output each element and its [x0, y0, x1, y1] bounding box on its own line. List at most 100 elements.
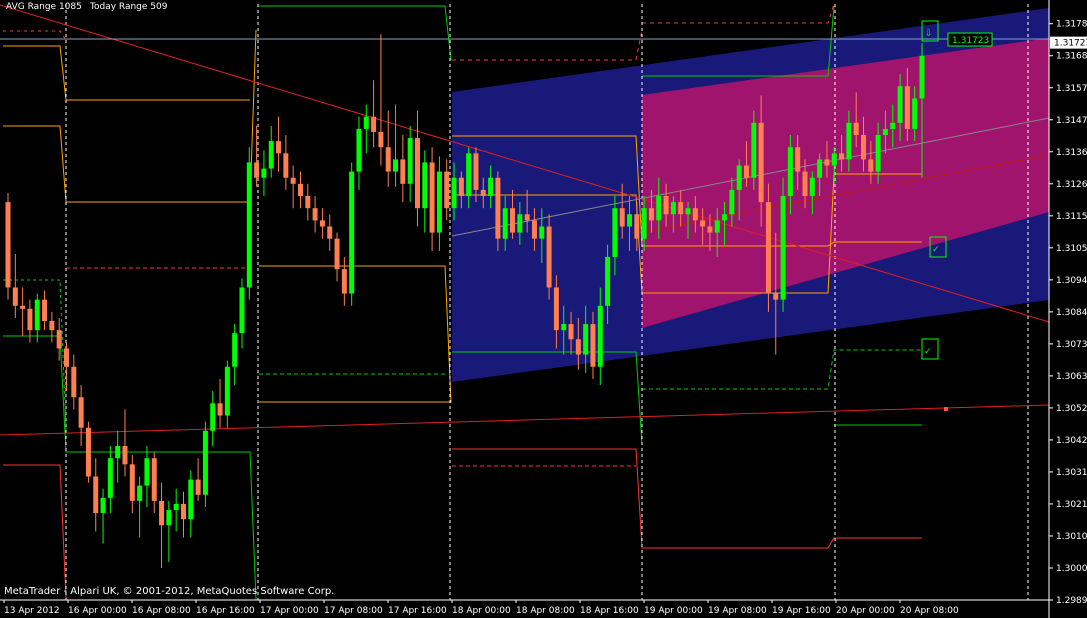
- candle-body: [707, 226, 713, 233]
- price-tick-label: 1.31155: [1056, 212, 1087, 222]
- price-chart: ✓✓⇩1.31723 1.317851.316801.315751.314701…: [0, 0, 1087, 618]
- down-arrow-icon: ⇩: [925, 29, 933, 39]
- candle-body: [5, 202, 11, 288]
- candle-body: [261, 168, 267, 178]
- candle-body: [495, 177, 501, 239]
- candle-body: [590, 324, 596, 367]
- today-range-label: Today Range 509: [90, 2, 168, 12]
- candle-body: [283, 153, 289, 178]
- candle-body: [327, 226, 333, 239]
- candle-body: [371, 116, 377, 132]
- candle-body: [407, 138, 413, 184]
- candle-body: [122, 446, 128, 465]
- time-tick-label: 18 Apr 08:00: [516, 606, 575, 616]
- candle-body: [297, 183, 303, 196]
- candle-body: [597, 305, 603, 367]
- time-tick-label: 19 Apr 08:00: [708, 606, 767, 616]
- price-tick-label: 1.31050: [1056, 244, 1087, 254]
- candle-body: [239, 287, 245, 334]
- time-tick-label: 17 Apr 16:00: [388, 606, 447, 616]
- candle-body: [627, 214, 633, 227]
- candle-body: [722, 214, 728, 221]
- range-level-line: [642, 3, 835, 24]
- candle-body: [466, 153, 472, 196]
- candle-body: [268, 141, 274, 169]
- price-tick-label: 1.30420: [1056, 436, 1087, 446]
- price-tick-label: 1.30735: [1056, 340, 1087, 350]
- check-mark: ✓: [924, 347, 932, 357]
- candle-body: [137, 485, 143, 501]
- price-tick-label: 1.31365: [1056, 148, 1087, 158]
- candle-body: [115, 446, 121, 459]
- candle-body: [173, 503, 179, 511]
- time-axis: 13 Apr 2012 16 Apr 00:00 16 Apr 08:00 16 Ap…: [0, 599, 1049, 616]
- candle-body: [780, 195, 786, 300]
- candle-body: [349, 171, 355, 294]
- candle-body: [210, 403, 216, 431]
- range-level-line: [3, 279, 67, 431]
- candle-body: [861, 135, 867, 160]
- candle-body: [159, 500, 165, 526]
- candle-body: [100, 497, 106, 514]
- candle-body: [378, 131, 384, 148]
- candle-body: [56, 330, 62, 349]
- candle-body: [648, 208, 654, 221]
- candle-body: [49, 321, 55, 331]
- candle-body: [217, 403, 223, 416]
- candle-body: [12, 287, 18, 306]
- candle-body: [85, 427, 91, 477]
- candle-body: [853, 122, 859, 136]
- range-level-line: [452, 448, 922, 549]
- candle-body: [765, 202, 771, 294]
- candle-body: [692, 208, 698, 221]
- candle-body: [619, 208, 625, 227]
- candle-body: [802, 171, 808, 196]
- candle-body: [107, 458, 113, 498]
- price-tick-label: 1.30315: [1056, 468, 1087, 478]
- candle-body: [846, 122, 852, 160]
- candle-body: [42, 299, 48, 322]
- time-tick-label: 17 Apr 08:00: [324, 606, 383, 616]
- candle-body: [663, 195, 669, 215]
- candle-body: [78, 397, 84, 428]
- candle-body: [568, 324, 574, 340]
- support-trend-line: [0, 404, 1050, 436]
- price-tick-label: 1.30840: [1056, 308, 1087, 318]
- price-tick-label: 1.30630: [1056, 372, 1087, 382]
- time-tick-label: 19 Apr 00:00: [644, 606, 703, 616]
- price-tick-label: 1.29895: [1056, 596, 1087, 606]
- candle-body: [510, 208, 516, 233]
- price-tick-label: 1.30210: [1056, 500, 1087, 510]
- candle-body: [553, 287, 559, 331]
- time-tick-label: 16 Apr 00:00: [68, 606, 127, 616]
- candle-body: [912, 98, 918, 129]
- candle-body: [868, 159, 874, 172]
- candle-body: [151, 458, 157, 501]
- candle-body: [290, 177, 296, 184]
- candle-body: [795, 147, 801, 172]
- candle-body: [919, 55, 925, 99]
- candle-body: [583, 324, 589, 355]
- candle-body: [758, 122, 764, 203]
- price-tick-label: 1.31575: [1056, 84, 1087, 94]
- candle-body: [744, 165, 750, 178]
- candle-body: [422, 162, 428, 209]
- candle-body: [656, 195, 662, 221]
- candle-body: [276, 141, 282, 154]
- time-tick-label: 20 Apr 08:00: [900, 606, 959, 616]
- time-tick-label: 18 Apr 16:00: [580, 606, 639, 616]
- candle-body: [787, 147, 793, 196]
- candle-body: [641, 208, 647, 239]
- candle-body: [531, 220, 537, 239]
- candle-body: [817, 159, 823, 178]
- range-level-line: [642, 349, 922, 390]
- candle-body: [414, 138, 420, 209]
- candle-body: [93, 476, 99, 514]
- candle-body: [546, 226, 552, 288]
- candle-body: [429, 162, 435, 233]
- candle-body: [634, 214, 640, 239]
- price-axis: 1.31785 1.31680 1.31575 1.31470 1.31365 1.312…: [1048, 0, 1087, 618]
- price-tick-label: 1.31680: [1056, 52, 1087, 62]
- candle-body: [180, 503, 186, 520]
- candle-body: [904, 86, 910, 129]
